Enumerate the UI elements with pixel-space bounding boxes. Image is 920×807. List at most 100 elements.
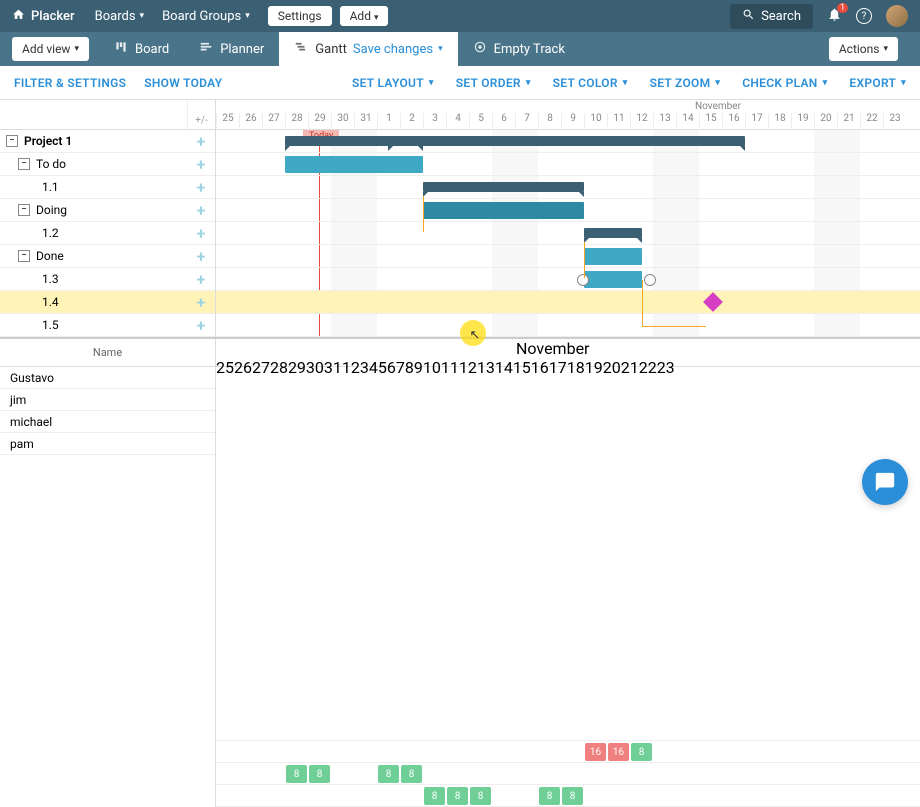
task-bar[interactable] — [584, 271, 642, 288]
task-row[interactable]: 1.2+ — [0, 222, 215, 245]
gantt-row[interactable] — [216, 199, 920, 222]
save-changes-link[interactable]: Save changes — [353, 42, 433, 57]
add-row-icon[interactable]: + — [187, 247, 215, 266]
search-input[interactable]: Search — [730, 4, 813, 29]
bar-handle[interactable] — [644, 274, 656, 286]
chat-widget[interactable] — [862, 459, 908, 505]
day-col: 22 — [860, 113, 883, 130]
summary-bar[interactable] — [584, 228, 642, 238]
day-col: 7 — [515, 113, 538, 130]
add-row-icon[interactable]: + — [187, 178, 215, 197]
brand-label[interactable]: Placker — [31, 9, 75, 24]
load-cell[interactable]: 8 — [631, 743, 652, 761]
task-bar[interactable] — [423, 202, 584, 219]
task-bar[interactable] — [584, 248, 642, 265]
collapse-icon[interactable]: − — [18, 204, 30, 216]
gantt-timeline[interactable]: November 2526272829303112345678910111213… — [216, 100, 920, 337]
filter-settings-link[interactable]: FILTER & SETTINGS — [14, 76, 126, 90]
settings-button[interactable]: Settings — [268, 6, 332, 26]
add-row-icon[interactable]: + — [187, 293, 215, 312]
resource-row[interactable]: pam — [0, 433, 215, 455]
task-row[interactable]: 1.4+ — [0, 291, 215, 314]
resource-load-row — [216, 719, 920, 741]
add-row-icon[interactable]: + — [187, 155, 215, 174]
day-col: 23 — [883, 113, 906, 130]
task-row[interactable]: 1.1+ — [0, 176, 215, 199]
day-col: 5 — [469, 113, 492, 130]
load-cell[interactable]: 8 — [539, 787, 560, 805]
add-row-icon[interactable]: + — [187, 270, 215, 289]
task-row[interactable]: −Project 1+ — [0, 130, 215, 153]
gantt-row[interactable] — [216, 314, 920, 337]
task-row[interactable]: −Doing+ — [0, 199, 215, 222]
resource-load-row: 16168 — [216, 741, 920, 763]
home-icon[interactable] — [12, 8, 25, 25]
load-cell[interactable]: 8 — [447, 787, 468, 805]
add-row-icon[interactable]: + — [187, 224, 215, 243]
gantt-row[interactable] — [216, 245, 920, 268]
nav-board-groups[interactable]: Board Groups▾ — [162, 9, 250, 24]
avatar[interactable] — [886, 5, 908, 27]
load-cell[interactable]: 8 — [286, 765, 307, 783]
gantt-row[interactable] — [216, 268, 920, 291]
task-row[interactable]: −Done+ — [0, 245, 215, 268]
resource-row[interactable]: jim — [0, 389, 215, 411]
export-button[interactable]: EXPORT▾ — [849, 76, 906, 90]
tab-board[interactable]: Board — [99, 32, 184, 66]
collapse-icon[interactable]: − — [18, 250, 30, 262]
load-cell[interactable]: 16 — [608, 743, 629, 761]
tab-gantt[interactable]: Gantt Save changes ▾ — [279, 32, 457, 66]
set-color-button[interactable]: SET COLOR▾ — [553, 76, 628, 90]
set-zoom-button[interactable]: SET ZOOM▾ — [650, 76, 721, 90]
load-cell[interactable]: 8 — [562, 787, 583, 805]
task-row[interactable]: 1.5+ — [0, 314, 215, 337]
set-order-button[interactable]: SET ORDER▾ — [456, 76, 531, 90]
task-row[interactable]: −To do+ — [0, 153, 215, 176]
summary-bar[interactable] — [285, 136, 423, 146]
summary-bar[interactable] — [423, 182, 584, 192]
load-cell[interactable]: 8 — [309, 765, 330, 783]
day-col: 27 — [262, 113, 285, 130]
add-row-icon[interactable]: + — [187, 316, 215, 335]
notifications-icon[interactable]: 1 — [827, 7, 842, 26]
day-col: 12 — [630, 113, 653, 130]
day-col: 10 — [584, 113, 607, 130]
day-col: 20 — [814, 113, 837, 130]
milestone[interactable] — [703, 292, 723, 312]
gantt-row[interactable] — [216, 222, 920, 245]
add-row-icon[interactable]: + — [187, 201, 215, 220]
help-icon[interactable]: ? — [856, 8, 872, 24]
resource-row[interactable]: michael — [0, 411, 215, 433]
load-cell[interactable]: 8 — [401, 765, 422, 783]
load-cell[interactable]: 8 — [424, 787, 445, 805]
add-row-icon[interactable]: + — [187, 132, 215, 151]
check-plan-button[interactable]: CHECK PLAN▾ — [742, 76, 827, 90]
viewbar: Add view ▾ Board Planner Gantt Save chan… — [0, 32, 920, 66]
bar-handle[interactable] — [577, 274, 589, 286]
add-button[interactable]: Add ▾ — [340, 6, 389, 26]
tab-planner[interactable]: Planner — [184, 32, 279, 66]
collapse-icon[interactable]: − — [18, 158, 30, 170]
tab-empty-track[interactable]: Empty Track — [458, 32, 580, 66]
task-bar[interactable] — [285, 156, 423, 173]
name-header: Name — [0, 339, 215, 367]
day-col: 16 — [722, 113, 745, 130]
load-cell[interactable]: 16 — [585, 743, 606, 761]
day-col: 6 — [492, 113, 515, 130]
add-view-button[interactable]: Add view ▾ — [12, 37, 89, 61]
gantt-row[interactable] — [216, 291, 920, 314]
collapse-icon[interactable]: − — [6, 135, 18, 147]
day-col: 2 — [400, 113, 423, 130]
task-row[interactable]: 1.3+ — [0, 268, 215, 291]
load-cell[interactable]: 8 — [378, 765, 399, 783]
set-layout-button[interactable]: SET LAYOUT▾ — [352, 76, 434, 90]
resource-row[interactable]: Gustavo — [0, 367, 215, 389]
gantt-row[interactable] — [216, 176, 920, 199]
actions-button[interactable]: Actions ▾ — [829, 37, 898, 61]
load-cell[interactable]: 8 — [470, 787, 491, 805]
gantt-row[interactable] — [216, 130, 920, 153]
show-today-link[interactable]: SHOW TODAY — [144, 76, 222, 90]
gantt-row[interactable] — [216, 153, 920, 176]
nav-boards[interactable]: Boards▾ — [95, 9, 144, 24]
track-icon — [473, 40, 487, 58]
